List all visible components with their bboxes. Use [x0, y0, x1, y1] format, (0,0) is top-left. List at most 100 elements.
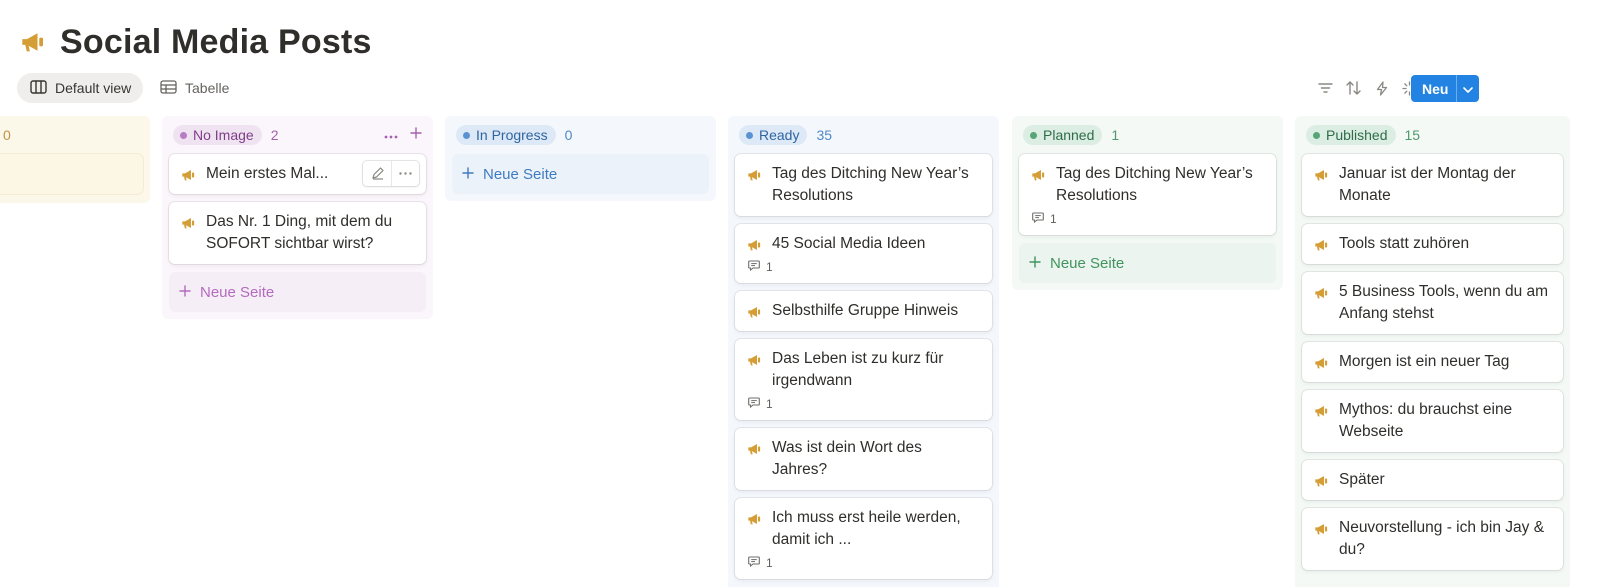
card-title: Das Nr. 1 Ding, mit dem du SOFORT sichtb… [206, 213, 393, 252]
card[interactable]: Selbsthilfe Gruppe Hinweis [735, 291, 992, 331]
tab-label: Default view [55, 80, 132, 96]
automation-icon[interactable] [1372, 79, 1391, 98]
new-page-button[interactable]: Neue Seite [1019, 243, 1276, 283]
status-label: Planned [1043, 127, 1095, 143]
megaphone-icon [1314, 355, 1330, 373]
table-view-icon [160, 79, 177, 97]
chevron-down-icon [1463, 80, 1474, 98]
status-label: Published [1326, 127, 1388, 143]
megaphone-icon [747, 352, 763, 392]
comment-count-value: 1 [766, 260, 773, 274]
comment-icon [1032, 212, 1044, 226]
card-title-row: Das Leben ist zu kurz für irgendwann [747, 348, 980, 392]
column-header: Ready 35 [735, 124, 992, 146]
column-count: 0 [564, 127, 573, 143]
megaphone-icon [1031, 167, 1047, 207]
card-title-row: 5 Business Tools, wenn du am Anfang steh… [1314, 281, 1551, 325]
status-pill[interactable]: No Image [173, 125, 262, 145]
card-title: Januar ist der Montag der Monate [1339, 165, 1516, 204]
status-dot [1313, 131, 1320, 139]
status-pill[interactable]: In Progress [456, 125, 556, 145]
new-page-label: Neue Seite [1050, 254, 1125, 272]
plus-icon[interactable] [410, 126, 422, 144]
card-title: Neuvorstellung - ich bin Jay & du? [1339, 519, 1545, 558]
card-title-row: Tag des Ditching New Year’s Resolutions [747, 163, 980, 207]
new-button-group: Neu [1411, 75, 1480, 102]
new-page-button[interactable]: Neue Seite [169, 272, 426, 312]
edit-icon[interactable] [363, 161, 391, 186]
column-actions [384, 126, 426, 144]
status-pill[interactable]: Planned [1023, 125, 1103, 145]
status-pill[interactable]: Ready [739, 125, 808, 145]
card[interactable]: Tag des Ditching New Year’s Resolutions … [1019, 154, 1276, 235]
sort-icon[interactable] [1344, 79, 1363, 98]
column-planned: Planned 1 Tag des Ditching New Year’s Re… [1012, 116, 1283, 290]
status-dot [1030, 131, 1037, 139]
comment-icon [748, 397, 760, 411]
card-title-row: Was ist dein Wort des Jahres? [747, 437, 980, 481]
card[interactable]: Was ist dein Wort des Jahres? [735, 428, 992, 490]
card-title: Tag des Ditching New Year’s Resolutions [1056, 165, 1253, 204]
status-dot [746, 131, 753, 139]
new-page-button[interactable]: Neue Seite [452, 154, 709, 194]
card-title: Mein erstes Mal... [206, 165, 329, 182]
status-dot [180, 131, 187, 139]
card-title-row: Das Nr. 1 Ding, mit dem du SOFORT sichtb… [181, 211, 414, 255]
card-placeholder[interactable] [0, 154, 143, 194]
plus-icon [462, 166, 474, 183]
card[interactable]: Morgen ist ein neuer Tag [1302, 342, 1563, 382]
card[interactable]: Das Nr. 1 Ding, mit dem du SOFORT sichtb… [169, 202, 426, 264]
page-title: Social Media Posts [60, 22, 372, 61]
status-pill[interactable]: Published [1306, 125, 1396, 145]
comment-count-value: 1 [766, 397, 773, 411]
column-count: 15 [1404, 127, 1421, 143]
card-title: Später [1339, 471, 1385, 488]
comment-icon [748, 556, 760, 570]
status-label: In Progress [476, 127, 548, 143]
card[interactable]: Neuvorstellung - ich bin Jay & du? [1302, 508, 1563, 570]
column-in-progress: In Progress 0 Neue Seite [445, 116, 716, 201]
card-title: Selbsthilfe Gruppe Hinweis [772, 302, 959, 319]
card[interactable]: Mein erstes Mal... [169, 154, 426, 194]
card[interactable]: Das Leben ist zu kurz für irgendwann 1 [735, 339, 992, 420]
card-title-row: Tag des Ditching New Year’s Resolutions [1031, 163, 1264, 207]
card-title-row: Neuvorstellung - ich bin Jay & du? [1314, 517, 1551, 561]
megaphone-icon [181, 167, 197, 185]
card[interactable]: 45 Social Media Ideen 1 [735, 224, 992, 283]
more-icon[interactable] [384, 126, 398, 144]
column-header: Planned 1 [1019, 124, 1276, 146]
card[interactable]: Später [1302, 460, 1563, 500]
card-title: 5 Business Tools, wenn du am Anfang steh… [1339, 283, 1549, 322]
column-header: No Image 2 [169, 124, 426, 146]
new-button[interactable]: Neu [1411, 75, 1457, 102]
tab-default-view[interactable]: Default view [17, 73, 144, 103]
tab-label: Tabelle [185, 80, 230, 96]
plus-icon [179, 284, 191, 301]
card[interactable]: 5 Business Tools, wenn du am Anfang steh… [1302, 272, 1563, 334]
column-count: 1 [1111, 127, 1120, 143]
tab-tabelle[interactable]: Tabelle [147, 73, 241, 103]
card[interactable]: Tag des Ditching New Year’s Resolutions [735, 154, 992, 216]
column-count: 2 [270, 127, 279, 143]
card-hover-actions [363, 161, 419, 186]
card[interactable]: Tools statt zuhören [1302, 224, 1563, 264]
card[interactable]: Mythos: du brauchst eine Webseite [1302, 390, 1563, 452]
card[interactable]: Ich muss erst heile werden, damit ich ..… [735, 498, 992, 579]
card-title-row: Selbsthilfe Gruppe Hinweis [747, 300, 980, 322]
card[interactable]: Januar ist der Montag der Monate [1302, 154, 1563, 216]
column-header: Published 15 [1302, 124, 1563, 146]
card-title: Tools statt zuhören [1339, 235, 1470, 252]
megaphone-icon [747, 441, 763, 481]
status-label: No Image [193, 127, 254, 143]
filter-icon[interactable] [1316, 79, 1335, 98]
card-title-row: Später [1314, 469, 1551, 491]
column-count: 35 [816, 127, 833, 143]
column-header: 0 [0, 124, 143, 146]
megaphone-icon [747, 167, 763, 207]
megaphone-icon [1314, 473, 1330, 491]
new-dropdown-button[interactable] [1456, 75, 1480, 102]
comment-count-value: 1 [1050, 212, 1057, 226]
new-page-label: Neue Seite [483, 165, 558, 183]
card-title: Morgen ist ein neuer Tag [1339, 353, 1510, 370]
more-icon[interactable] [391, 161, 419, 186]
